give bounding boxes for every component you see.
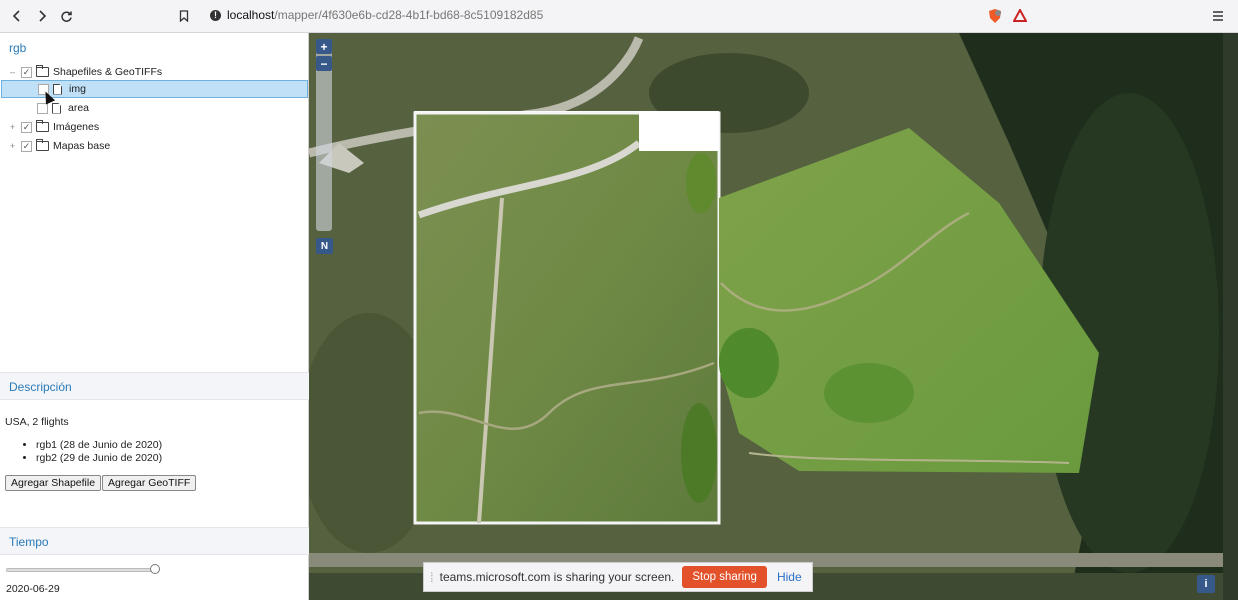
hide-button[interactable]: Hide [777, 570, 802, 584]
description-header[interactable]: Descripción [0, 372, 309, 400]
folder-icon [36, 120, 49, 132]
file-icon [53, 83, 62, 95]
list-item: rgb1 (28 de Junio de 2020) [36, 439, 162, 452]
layer-checkbox[interactable]: ✓ [21, 140, 32, 152]
description-text: USA, 2 flights [5, 416, 69, 428]
layer-checkbox[interactable]: ✓ [21, 121, 32, 133]
time-slider-handle[interactable] [150, 564, 160, 574]
orthomosaic-overlay [413, 111, 721, 525]
satellite-basemap [309, 33, 1223, 600]
zoom-in-button[interactable]: + [316, 39, 332, 54]
time-header[interactable]: Tiempo [0, 527, 309, 555]
tree-item-label: Imágenes [53, 121, 100, 133]
tree-item-label: img [69, 83, 86, 95]
drag-handle-icon[interactable]: ⁞ [430, 570, 434, 585]
screen-share-banner: ⁞ teams.microsoft.com is sharing your sc… [423, 562, 813, 592]
url-path: /mapper/4f630e6b-cd28-4b1f-bd68-8c510918… [274, 8, 544, 22]
bookmark-icon[interactable] [176, 8, 192, 24]
map-view[interactable]: + − N i [309, 33, 1223, 600]
add-geotiff-button[interactable]: Agregar GeoTIFF [102, 475, 197, 491]
stop-sharing-button[interactable]: Stop sharing [682, 566, 767, 588]
folder-icon [36, 65, 49, 77]
forward-icon[interactable] [34, 8, 50, 24]
tree-item-shapefiles[interactable]: – ✓ Shapefiles & GeoTIFFs [8, 63, 308, 81]
brave-rewards-icon[interactable] [1012, 8, 1028, 24]
expand-icon[interactable]: + [8, 122, 17, 132]
menu-icon[interactable] [1210, 8, 1226, 24]
tree-item-mapas-base[interactable]: + ✓ Mapas base [8, 137, 308, 155]
brave-shield-icon[interactable] [987, 8, 1003, 24]
layer-checkbox[interactable]: ✓ [21, 66, 32, 78]
browser-toolbar: ! localhost/mapper/4f630e6b-cd28-4b1f-bd… [0, 0, 1238, 33]
zoom-out-button[interactable]: − [316, 56, 332, 71]
reload-icon[interactable] [58, 8, 74, 24]
list-item: rgb2 (29 de Junio de 2020) [36, 452, 162, 465]
folder-icon [36, 139, 49, 151]
tree-item-area[interactable]: area [37, 99, 307, 117]
map-info-button[interactable]: i [1197, 575, 1215, 593]
file-icon [52, 102, 61, 114]
back-icon[interactable] [9, 8, 25, 24]
project-title: rgb [9, 41, 27, 55]
layers-panel: rgb – ✓ Shapefiles & GeoTIFFs img area +… [0, 33, 309, 600]
tree-item-imagenes[interactable]: + ✓ Imágenes [8, 118, 308, 136]
url-host: localhost [227, 8, 275, 22]
time-value: 2020-06-29 [6, 583, 60, 595]
tree-item-label: Mapas base [53, 140, 111, 152]
expand-icon[interactable]: + [8, 141, 17, 151]
flight-list: rgb1 (28 de Junio de 2020) rgb2 (29 de J… [22, 439, 162, 465]
share-message: teams.microsoft.com is sharing your scre… [439, 570, 675, 584]
north-button[interactable]: N [316, 238, 333, 254]
tree-item-label: area [68, 102, 90, 114]
tree-item-label: Shapefiles & GeoTIFFs [53, 66, 163, 78]
site-info-icon[interactable]: ! [210, 9, 221, 21]
address-bar[interactable]: ! localhost/mapper/4f630e6b-cd28-4b1f-bd… [210, 8, 543, 22]
add-shapefile-button[interactable]: Agregar Shapefile [5, 475, 102, 491]
time-slider[interactable] [6, 568, 158, 572]
page-scrollbar[interactable] [1223, 33, 1238, 600]
collapse-icon[interactable]: – [8, 67, 17, 77]
